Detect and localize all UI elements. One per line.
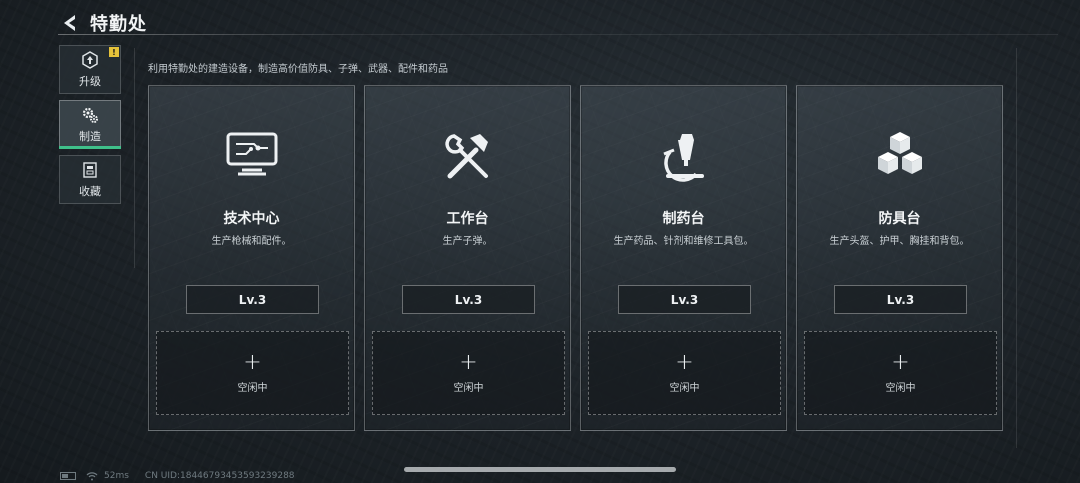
station-name: 工作台 bbox=[446, 211, 489, 227]
production-slot[interactable]: + 空闲中 bbox=[804, 331, 997, 415]
station-description: 生产子弹。 bbox=[442, 236, 493, 247]
right-divider bbox=[1016, 48, 1017, 448]
station-name: 防具台 bbox=[878, 211, 921, 227]
back-button[interactable] bbox=[58, 11, 82, 35]
status-footer: 52ms CN UID:18446793453593239288 bbox=[60, 471, 295, 481]
cubes-icon bbox=[797, 130, 1002, 186]
home-indicator[interactable] bbox=[404, 467, 676, 472]
notification-badge: ! bbox=[109, 47, 119, 57]
station-card-pharmacy[interactable]: 制药台 生产药品、针剂和维修工具包。 Lv.3 + 空闲中 bbox=[580, 85, 787, 431]
sidebar-item-label: 收藏 bbox=[79, 185, 101, 198]
production-slot[interactable]: + 空闲中 bbox=[588, 331, 781, 415]
back-arrow-icon bbox=[64, 15, 75, 31]
page-description: 利用特勤处的建造设备，制造高价值防具、子弹、武器、配件和药品 bbox=[148, 64, 448, 75]
upgrade-icon bbox=[80, 50, 100, 70]
slot-status: 空闲中 bbox=[453, 382, 484, 394]
ping-value: 52ms bbox=[104, 471, 129, 481]
station-description: 生产药品、针剂和维修工具包。 bbox=[613, 236, 754, 247]
slot-status: 空闲中 bbox=[885, 382, 916, 394]
station-card-workbench[interactable]: 工作台 生产子弹。 Lv.3 + 空闲中 bbox=[364, 85, 571, 431]
add-icon: + bbox=[675, 349, 694, 375]
computer-monitor-icon bbox=[149, 130, 354, 186]
sidebar-item-collection[interactable]: 收藏 bbox=[59, 155, 121, 204]
battery-icon bbox=[60, 472, 76, 480]
station-name: 制药台 bbox=[662, 211, 705, 227]
station-description: 生产枪械和配件。 bbox=[211, 236, 292, 247]
station-level: Lv.3 bbox=[186, 285, 319, 314]
sidebar-item-upgrade[interactable]: ! 升级 bbox=[59, 45, 121, 94]
station-level: Lv.3 bbox=[618, 285, 751, 314]
add-icon: + bbox=[243, 349, 262, 375]
add-icon: + bbox=[891, 349, 910, 375]
station-card-tech-center[interactable]: 技术中心 生产枪械和配件。 Lv.3 + 空闲中 bbox=[148, 85, 355, 431]
sidebar: ! 升级 制造 收藏 bbox=[59, 45, 121, 210]
user-id: CN UID:18446793453593239288 bbox=[144, 471, 295, 481]
sidebar-item-label: 升级 bbox=[79, 75, 101, 88]
production-slot[interactable]: + 空闲中 bbox=[156, 331, 349, 415]
add-icon: + bbox=[459, 349, 478, 375]
sidebar-divider bbox=[134, 48, 135, 268]
slot-status: 空闲中 bbox=[237, 382, 268, 394]
hammer-wrench-icon bbox=[365, 130, 570, 186]
station-level: Lv.3 bbox=[402, 285, 535, 314]
station-name: 技术中心 bbox=[223, 211, 280, 227]
collection-icon bbox=[80, 160, 100, 180]
sidebar-item-label: 制造 bbox=[79, 130, 101, 143]
production-slot[interactable]: + 空闲中 bbox=[372, 331, 565, 415]
page-title: 特勤处 bbox=[90, 14, 147, 35]
manufacture-gear-icon bbox=[80, 105, 100, 125]
slot-status: 空闲中 bbox=[669, 382, 700, 394]
station-description: 生产头盔、护甲、胸挂和背包。 bbox=[829, 236, 970, 247]
header-divider bbox=[58, 34, 1058, 35]
station-list: 技术中心 生产枪械和配件。 Lv.3 + 空闲中 工作台 生产子弹。 Lv.3 … bbox=[148, 85, 1003, 431]
microscope-icon bbox=[581, 130, 786, 186]
wifi-icon bbox=[86, 471, 98, 480]
station-card-armor[interactable]: 防具台 生产头盔、护甲、胸挂和背包。 Lv.3 + 空闲中 bbox=[796, 85, 1003, 431]
station-level: Lv.3 bbox=[834, 285, 967, 314]
sidebar-item-manufacture[interactable]: 制造 bbox=[59, 100, 121, 149]
